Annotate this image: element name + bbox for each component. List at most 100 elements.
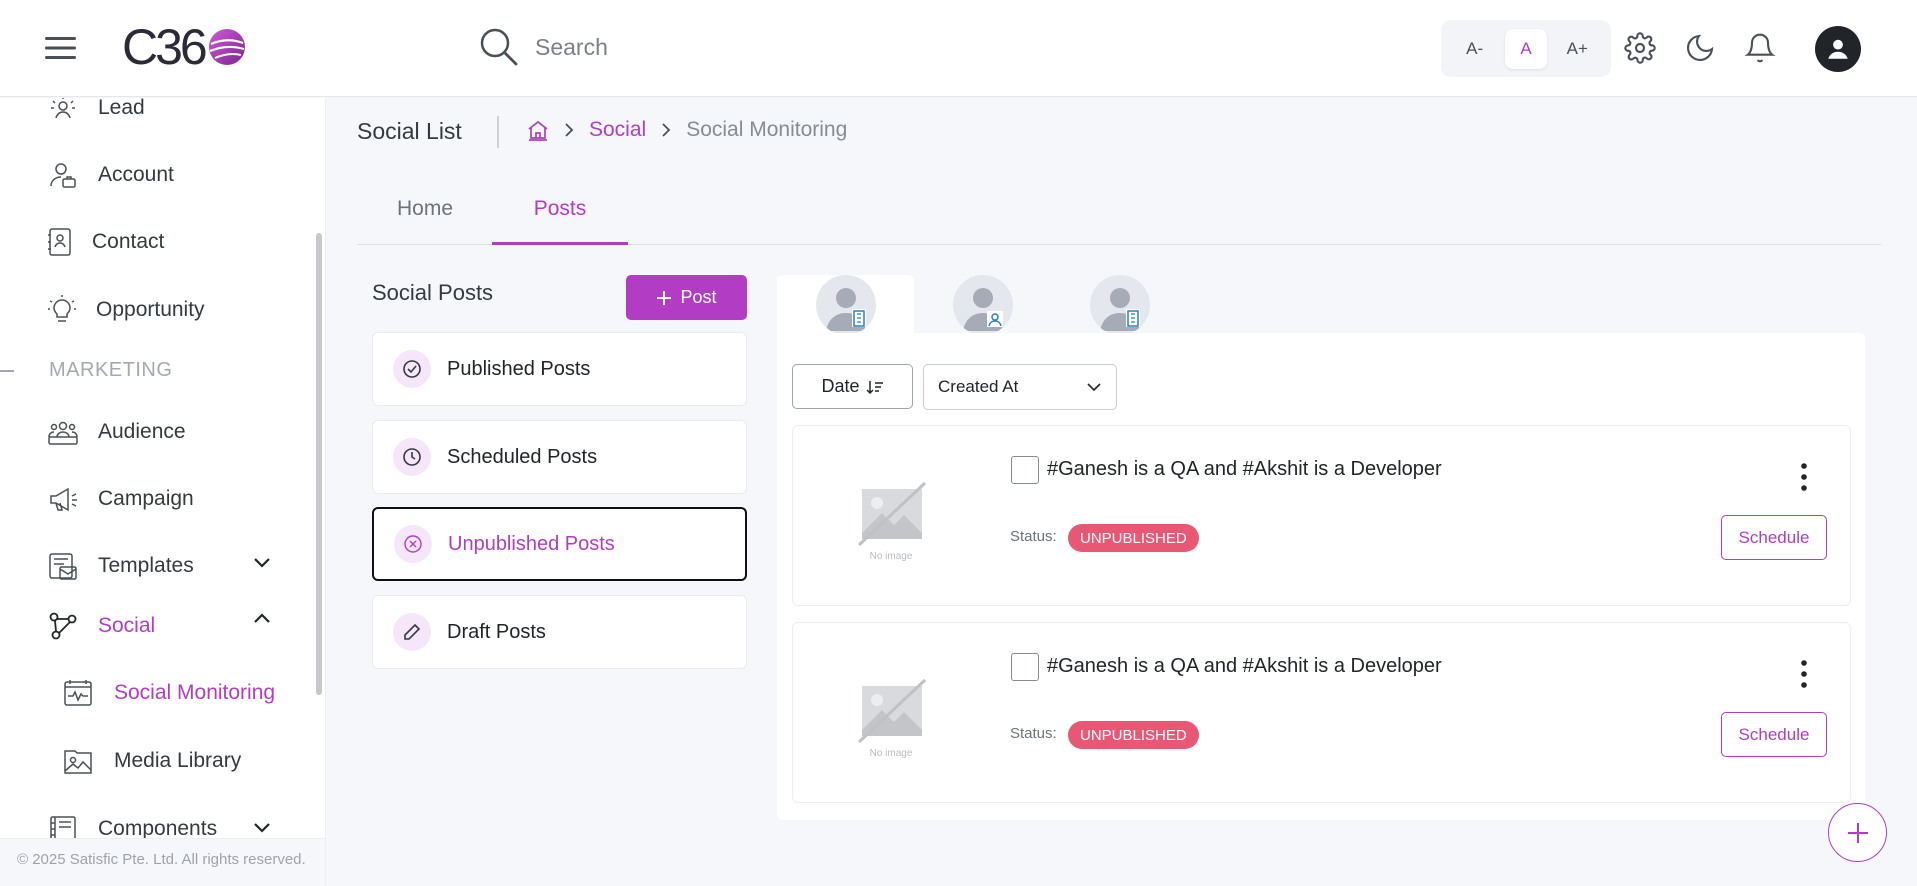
tab-home[interactable]: Home [357,192,493,245]
post-checkbox[interactable] [1011,456,1039,484]
account-icon [48,160,78,190]
category-label: Published Posts [447,357,591,380]
sidebar-item-campaign[interactable]: Campaign [48,484,194,514]
sidebar-item-contact[interactable]: Contact [48,227,164,257]
category-unpublished-posts[interactable]: Unpublished Posts [372,507,747,581]
plus-icon [1846,821,1870,845]
sidebar-item-label: Templates [98,554,194,577]
add-post-button[interactable]: Post [626,275,747,320]
sidebar-item-opportunity[interactable]: Opportunity [48,295,205,325]
sidebar-item-templates[interactable]: Templates [48,551,270,581]
user-avatar-icon[interactable] [1815,26,1861,72]
menu-icon[interactable] [45,34,77,62]
default-font-button[interactable]: A [1504,28,1547,69]
section-label-marketing: MARKETING [49,359,173,381]
chevron-right-icon [660,122,672,138]
account-tab[interactable] [777,275,914,335]
search-icon [479,27,519,67]
category-scheduled-posts[interactable]: Scheduled Posts [372,420,747,494]
category-draft-posts[interactable]: Draft Posts [372,595,747,669]
section-divider [0,370,14,372]
decrease-font-button[interactable]: A- [1454,29,1496,69]
schedule-button[interactable]: Schedule [1721,515,1827,560]
sort-label: Date [821,376,860,396]
post-checkbox[interactable] [1011,653,1039,681]
post-content: #Ganesh is a QA and #Akshit is a Develop… [1047,458,1442,480]
status-badge: UNPUBLISHED [1068,524,1199,552]
sidebar-item-label: Media Library [114,749,242,772]
no-image-icon: No image [855,678,927,768]
chevron-up-icon[interactable] [252,611,272,625]
no-image-icon: No image [855,481,927,571]
posts-panel: Date Created At No image #Ganesh is a QA… [777,275,1865,820]
sidebar-item-social[interactable]: Social [48,611,270,641]
megaphone-icon [48,484,78,514]
category-label: Scheduled Posts [447,445,598,468]
contact-icon [48,227,72,257]
sidebar-item-label: Audience [98,420,186,443]
clock-icon [393,438,431,476]
font-size-controls: A- A A+ [1441,20,1611,77]
category-label: Draft Posts [447,620,546,643]
chevron-down-icon[interactable] [252,820,272,834]
increase-font-button[interactable]: A+ [1556,29,1598,69]
floating-add-button[interactable] [1828,803,1887,862]
no-image-label: No image [869,748,913,759]
sidebar-item-label: Campaign [98,487,194,510]
moon-icon[interactable] [1684,32,1716,64]
sidebar-subitem-social-monitoring[interactable]: Social Monitoring [64,679,275,707]
sort-field-value: Created At [938,377,1019,396]
breadcrumb-current: Social Monitoring [686,118,848,141]
bell-icon[interactable] [1744,32,1776,64]
app-logo[interactable]: C36 [122,19,247,75]
chevron-down-icon[interactable] [252,555,272,569]
logo-globe-icon [207,27,247,67]
sort-field-select[interactable]: Created At [923,364,1117,410]
social-posts-title: Social Posts [372,280,494,305]
more-options-icon[interactable] [1795,462,1813,492]
monitoring-icon [64,679,92,707]
business-account-icon [1089,275,1150,335]
chevron-down-icon [1086,382,1102,392]
x-circle-icon [394,525,432,563]
business-account-icon [815,275,876,335]
check-circle-icon [393,350,431,388]
sidebar: Lead Account Contact Opportunity MARKETI… [0,98,326,886]
lightbulb-icon [48,295,76,325]
post-card: No image #Ganesh is a QA and #Akshit is … [792,622,1851,803]
status-label: Status: [1010,725,1057,742]
plus-icon [656,290,672,306]
schedule-button[interactable]: Schedule [1721,712,1827,757]
account-tab[interactable] [914,275,1051,335]
sidebar-item-label: Lead [98,98,145,119]
more-options-icon[interactable] [1795,659,1813,689]
sidebar-item-label: Contact [92,230,165,253]
title-divider [497,116,499,148]
post-content: #Ganesh is a QA and #Akshit is a Develop… [1047,655,1442,677]
sort-date-button[interactable]: Date [792,364,913,409]
sidebar-item-lead[interactable]: Lead [48,98,145,123]
search-bar[interactable]: Search [479,27,608,67]
chevron-right-icon [563,122,575,138]
personal-account-icon [952,275,1013,335]
page-title: Social List [357,118,462,144]
posts-list-panel: Date Created At No image #Ganesh is a QA… [777,333,1865,820]
add-post-label: Post [680,287,717,307]
sidebar-scrollbar[interactable] [316,233,322,695]
home-icon[interactable] [527,119,549,141]
sidebar-item-label: Opportunity [96,298,205,321]
tab-posts[interactable]: Posts [492,192,628,245]
account-tab[interactable] [1051,275,1188,335]
status-badge: UNPUBLISHED [1068,721,1199,749]
category-published-posts[interactable]: Published Posts [372,332,747,406]
search-input[interactable]: Search [535,34,608,61]
sidebar-item-audience[interactable]: Audience [48,417,186,447]
gear-icon[interactable] [1624,32,1656,64]
sidebar-item-account[interactable]: Account [48,160,174,190]
media-library-icon [64,747,92,775]
page-tabs: Home Posts [357,192,1881,245]
sidebar-subitem-media-library[interactable]: Media Library [64,747,241,775]
breadcrumb-link-social[interactable]: Social [589,118,646,142]
sidebar-item-label: Social Monitoring [114,681,276,704]
post-card: No image #Ganesh is a QA and #Akshit is … [792,425,1851,606]
